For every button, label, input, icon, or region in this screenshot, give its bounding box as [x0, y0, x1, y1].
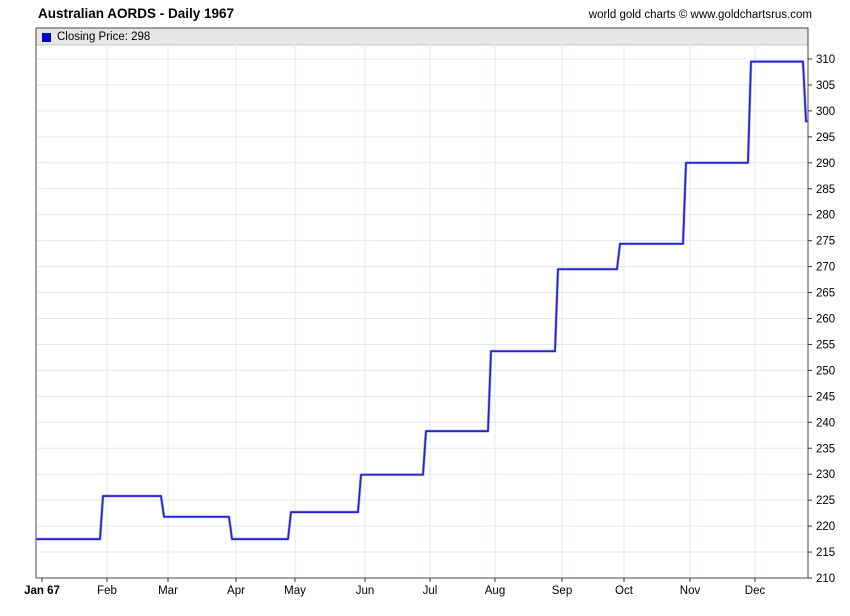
svg-text:295: 295 [816, 132, 835, 144]
svg-text:Dec: Dec [745, 585, 766, 597]
price-step-chart: 210 215 220 225 230 235 240 245 250 255 260 265 270 2… [24, 27, 835, 597]
svg-text:275: 275 [816, 236, 835, 248]
svg-text:305: 305 [816, 80, 835, 92]
svg-text:Oct: Oct [615, 585, 634, 597]
svg-text:260: 260 [816, 314, 835, 326]
svg-text:Apr: Apr [227, 585, 245, 597]
svg-text:215: 215 [816, 547, 835, 559]
svg-text:Mar: Mar [158, 585, 178, 597]
svg-text:Jun: Jun [356, 585, 375, 597]
svg-text:Aug: Aug [485, 585, 505, 597]
price-line [36, 60, 808, 541]
svg-text:210: 210 [816, 573, 835, 585]
svg-text:220: 220 [816, 521, 835, 533]
svg-text:240: 240 [816, 417, 835, 429]
svg-text:300: 300 [816, 106, 835, 118]
x-axis-labels: Jan 67 Feb Mar Apr May Jun Jul Aug Sep Oct Nov Dec [24, 578, 765, 597]
legend-label: Closing Price: 298 [57, 31, 151, 43]
svg-text:230: 230 [816, 469, 835, 481]
svg-text:Jul: Jul [423, 585, 438, 597]
svg-text:285: 285 [816, 184, 835, 196]
svg-text:May: May [284, 585, 306, 597]
svg-text:290: 290 [816, 158, 835, 170]
svg-text:245: 245 [816, 391, 835, 403]
svg-text:265: 265 [816, 288, 835, 300]
svg-text:Sep: Sep [552, 585, 572, 597]
svg-text:Nov: Nov [680, 585, 701, 597]
legend-strip [36, 28, 808, 45]
svg-text:270: 270 [816, 262, 835, 274]
svg-text:250: 250 [816, 365, 835, 377]
svg-text:235: 235 [816, 443, 835, 455]
svg-text:Feb: Feb [97, 585, 117, 597]
svg-text:225: 225 [816, 495, 835, 507]
svg-text:Jan 67: Jan 67 [24, 585, 60, 597]
y-axis-labels: 210 215 220 225 230 235 240 245 250 255 260 265 270 2… [808, 54, 835, 585]
legend-marker-icon [42, 32, 51, 42]
svg-text:310: 310 [816, 54, 835, 66]
svg-text:280: 280 [816, 210, 835, 222]
svg-text:255: 255 [816, 339, 835, 351]
chart-window: Australian AORDS - Daily 1967 world gold… [0, 0, 850, 616]
legend: Closing Price: 298 [42, 31, 150, 43]
